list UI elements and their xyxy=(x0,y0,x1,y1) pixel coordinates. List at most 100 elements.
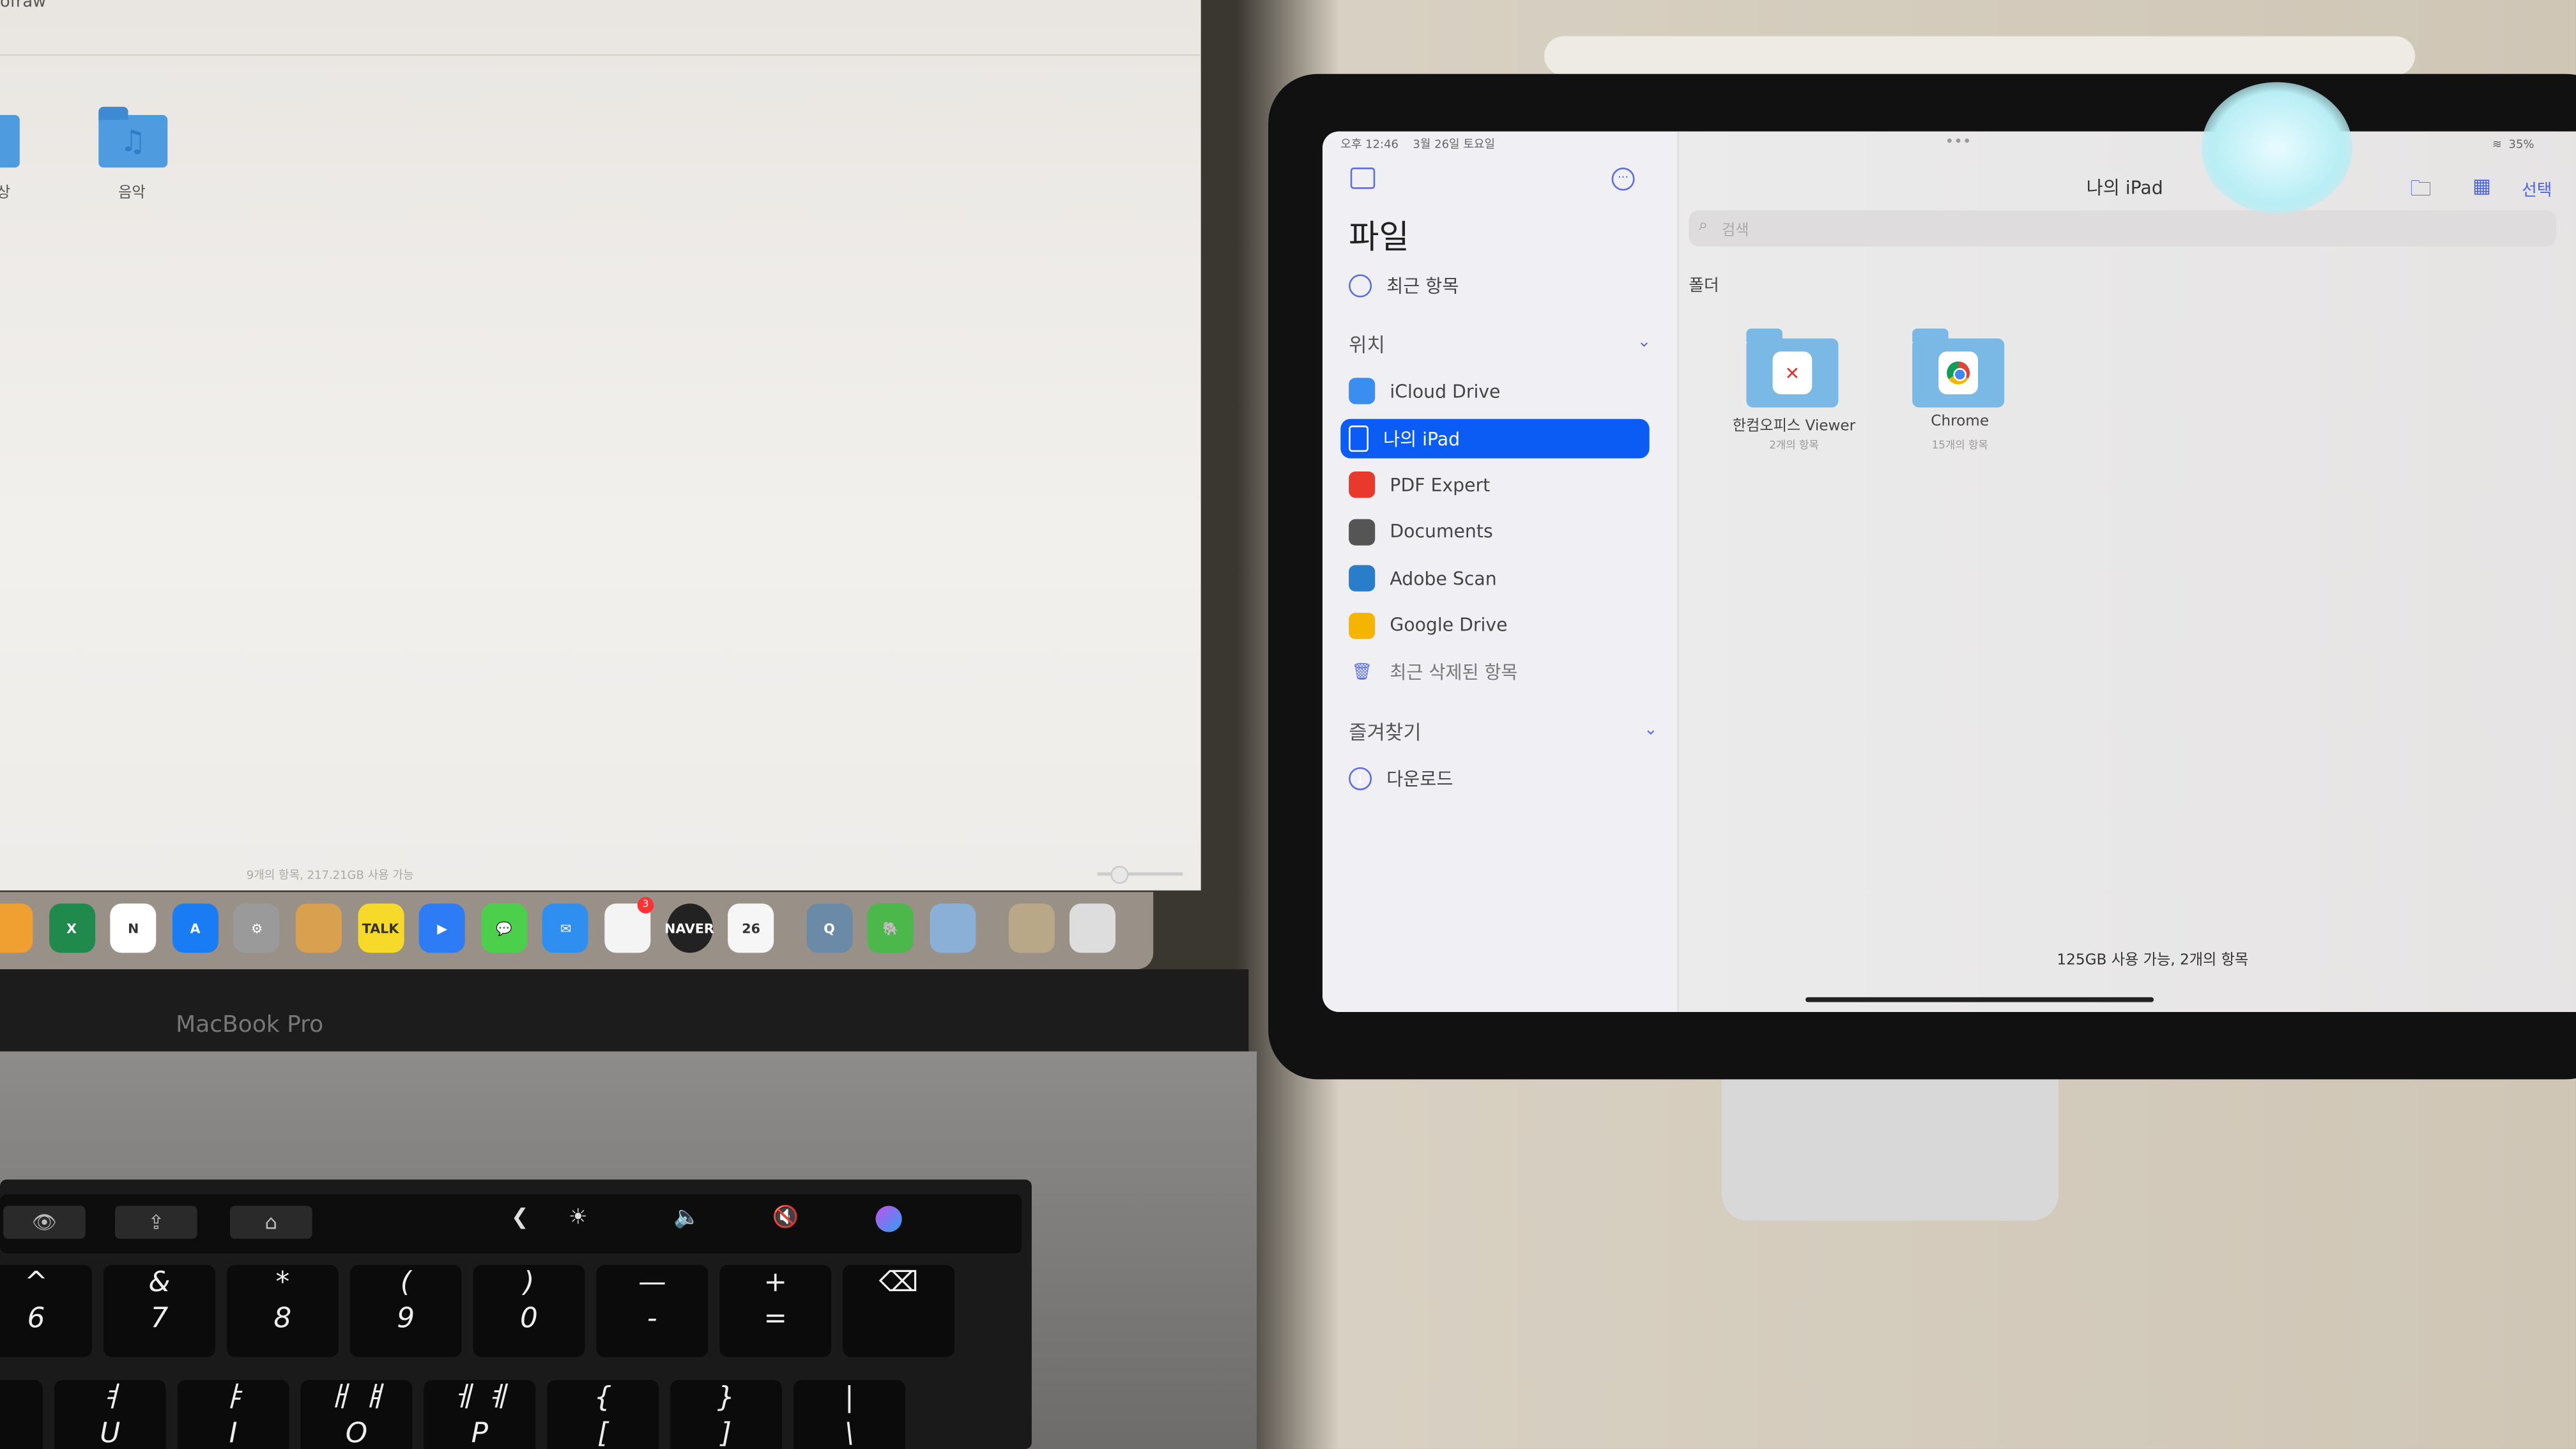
chevron-down-icon[interactable]: ⌄ xyxy=(1644,721,1658,739)
dock-evernote-icon[interactable]: 🐘 xyxy=(868,903,914,953)
battery-level: 35% xyxy=(2508,137,2534,151)
sidebar-toggle-icon[interactable] xyxy=(1350,167,1376,189)
dock-trash-icon[interactable] xyxy=(1070,903,1116,953)
dock-calendar-icon[interactable]: 26 xyxy=(728,903,774,953)
sidebar-item-label: 다운로드 xyxy=(1386,769,1453,790)
sidebar-item-label: Google Drive xyxy=(1390,614,1508,636)
key[interactable]: ㅐ ㅒ O xyxy=(300,1379,413,1449)
key-label: - xyxy=(647,1303,657,1336)
key[interactable]: {[ xyxy=(547,1379,659,1449)
dock-app-store-icon[interactable]: A xyxy=(172,903,218,953)
key[interactable]: ) 0 xyxy=(473,1264,585,1357)
chevron-left-icon[interactable]: ❮ xyxy=(511,1206,529,1230)
key-shift-label: ㅛ xyxy=(0,1380,43,1416)
key[interactable]: ㅕU xyxy=(54,1379,166,1449)
brand-label: MacBook Pro xyxy=(176,1011,324,1039)
dock-excel-icon[interactable]: X xyxy=(49,903,95,953)
music-folder-icon[interactable]: ♫ xyxy=(98,107,168,168)
storage-footer: 125GB 사용 가능, 2개의 항목 xyxy=(2057,953,2249,970)
folder-hancom-viewer[interactable]: ✕ xyxy=(1746,328,1839,408)
select-button[interactable]: 선택 xyxy=(2522,176,2552,200)
sidebar-item-label: iCloud Drive xyxy=(1390,380,1501,402)
share-icon[interactable]: ⇪ xyxy=(114,1206,197,1239)
dock-contacts-icon[interactable] xyxy=(295,903,342,953)
key[interactable]: ⌫ xyxy=(843,1264,954,1357)
key-shift-label: | xyxy=(845,1381,854,1414)
mute-icon[interactable]: 🔇 xyxy=(772,1206,799,1230)
key[interactable]: }] xyxy=(670,1379,782,1449)
search-icon: ⌕ xyxy=(1698,217,1708,235)
ipad-stand xyxy=(1721,1076,2058,1221)
key[interactable]: | \ xyxy=(793,1379,905,1449)
sidebar-item-documents[interactable]: Documents xyxy=(1349,512,1644,551)
key-shift-label: } xyxy=(717,1381,735,1414)
siri-icon[interactable] xyxy=(875,1206,902,1232)
key[interactable]: ^ 6 xyxy=(0,1264,92,1357)
dock-system-preferences-icon[interactable]: ⚙ xyxy=(234,903,280,953)
dock-quicktime-icon[interactable]: Q xyxy=(806,903,853,953)
tag-icon[interactable]: ⌂ xyxy=(229,1206,312,1239)
eye-icon[interactable]: 👁 xyxy=(3,1206,86,1239)
mac-finder-window xyxy=(0,0,1201,891)
sidebar-item-icloud[interactable]: iCloud Drive xyxy=(1349,371,1644,411)
toolbar-divider xyxy=(0,54,1201,56)
chrome-icon xyxy=(1938,351,1978,395)
sidebar-item-downloads[interactable]: ↓ 다운로드 xyxy=(1349,759,1644,799)
key[interactable]: ㅑI xyxy=(177,1379,289,1449)
chevron-down-icon[interactable]: ⌄ xyxy=(1637,334,1652,351)
key[interactable]: * 8 xyxy=(226,1264,339,1357)
grid-view-icon[interactable]: ▦ xyxy=(2472,174,2491,197)
dock-mail-icon[interactable]: ✉ xyxy=(542,903,589,953)
key[interactable]: — - xyxy=(596,1264,709,1357)
dock-messages-icon[interactable]: 💬 xyxy=(480,903,527,953)
more-icon[interactable]: ··· xyxy=(1611,167,1635,191)
dock-notion-icon[interactable]: N xyxy=(110,903,157,953)
light-glare xyxy=(2201,82,2353,214)
volume-icon[interactable]: 🔈 xyxy=(673,1206,700,1230)
dock-pages-icon[interactable] xyxy=(0,903,33,953)
dock-kakaotalk-icon[interactable]: TALK xyxy=(357,903,404,953)
folder-name: 한컴오피스 Viewer xyxy=(1732,418,1856,436)
dock-photos-stack-icon[interactable] xyxy=(1008,903,1054,953)
folder-count: 15개의 항목 xyxy=(1931,438,1988,452)
key-label: U xyxy=(100,1418,121,1449)
key[interactable]: ㅛY xyxy=(0,1379,43,1449)
folder-icon[interactable] xyxy=(0,114,20,168)
multitask-dots-icon[interactable]: ••• xyxy=(1945,135,1972,151)
sidebar-item-recents[interactable]: 최근 항목 xyxy=(1349,266,1644,306)
new-folder-icon[interactable]: 🗀 xyxy=(2410,174,2431,211)
sidebar-item-pdf-expert[interactable]: PDF Expert xyxy=(1349,465,1644,505)
key-shift-label: ^ xyxy=(24,1266,48,1300)
finder-status-bar: 9개의 항목, 217.21GB 사용 가능 xyxy=(246,869,414,882)
sidebar-item-label: 최근 삭제된 항목 xyxy=(1390,662,1518,684)
download-icon: ↓ xyxy=(1349,767,1372,790)
key[interactable]: + = xyxy=(719,1264,832,1357)
key[interactable]: & 7 xyxy=(103,1264,215,1357)
sidebar-item-google-drive[interactable]: Google Drive xyxy=(1349,606,1644,645)
slider-knob[interactable] xyxy=(1110,866,1129,884)
key-label: \ xyxy=(845,1418,854,1449)
key-label: 0 xyxy=(520,1303,538,1336)
key[interactable]: (9 xyxy=(349,1264,462,1357)
sidebar-item-adobe-scan[interactable]: Adobe Scan xyxy=(1349,558,1644,598)
dock-naver-icon[interactable]: NAVER xyxy=(664,903,714,953)
brightness-icon[interactable]: ☀ xyxy=(569,1206,588,1230)
key[interactable]: ㅔ ㅖ P xyxy=(424,1379,536,1449)
key-shift-label: + xyxy=(763,1266,788,1300)
sidebar-item-ipad[interactable]: 나의 iPad xyxy=(1340,418,1650,458)
clock-icon xyxy=(1349,274,1372,298)
search-input[interactable]: ⌕ 검색 xyxy=(1689,210,2557,247)
page-title: 파일 xyxy=(1349,217,1409,257)
dock-preview-icon[interactable] xyxy=(930,903,976,953)
sidebar-item-trash[interactable]: 🗑 최근 삭제된 항목 xyxy=(1349,652,1644,692)
folder-chrome[interactable] xyxy=(1912,328,2005,408)
apple-pencil xyxy=(1544,36,2415,76)
favorites-header[interactable]: 즐겨찾기 xyxy=(1349,718,1422,746)
key-shift-label: & xyxy=(148,1266,171,1300)
search-placeholder: 검색 xyxy=(1721,223,1749,240)
locations-header[interactable]: 위치 xyxy=(1349,330,1385,358)
dock-zoom-icon[interactable]: ▶ xyxy=(419,903,466,953)
status-time: 오후 12:46 xyxy=(1340,137,1399,151)
home-indicator[interactable] xyxy=(1805,997,2154,1002)
key-label: = xyxy=(763,1303,788,1336)
